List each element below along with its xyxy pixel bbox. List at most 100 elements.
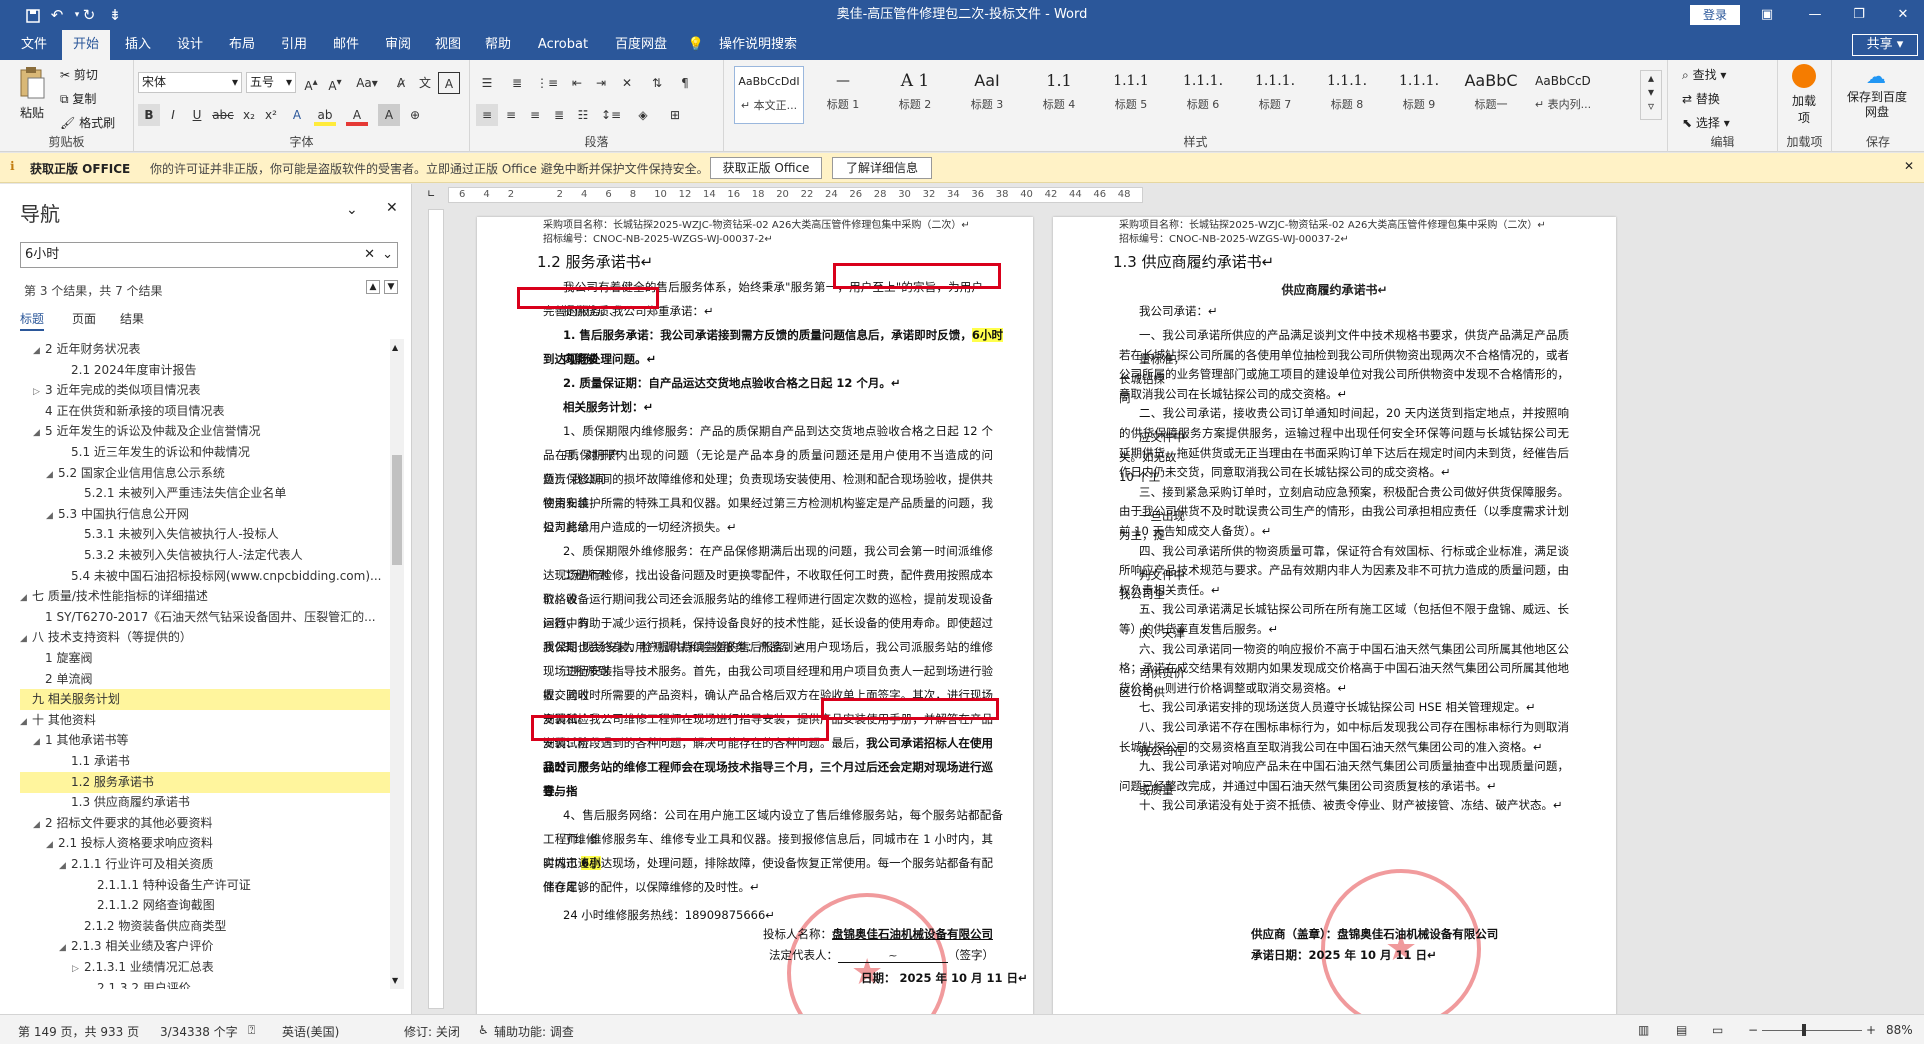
numbering-icon[interactable]: ≣ [506, 72, 528, 94]
tab-help[interactable]: 帮助 [476, 30, 520, 60]
zoom-in-icon[interactable]: + [1866, 1023, 1876, 1037]
expand-toggle-icon[interactable]: ◢ [33, 423, 45, 442]
vertical-ruler[interactable] [428, 209, 444, 1009]
tab-pages[interactable]: 页面 [72, 310, 96, 327]
tab-mailings[interactable]: 邮件 [324, 30, 368, 60]
nav-heading-item[interactable]: 1.1 承诺书 [20, 751, 390, 772]
tab-baidu-netdisk[interactable]: 百度网盘 [604, 30, 678, 60]
tab-acrobat[interactable]: Acrobat [530, 30, 596, 60]
save-to-baidu-button[interactable]: 保存到百度网盘 [1844, 90, 1910, 120]
underline-icon[interactable]: U [186, 104, 208, 126]
expand-toggle-icon[interactable]: ◢ [20, 629, 32, 648]
nav-heading-item[interactable]: 5.3.1 未被列入失信被执行人-投标人 [20, 524, 390, 545]
tell-me-search[interactable]: 操作说明搜索 [710, 30, 806, 60]
chinese-layout-icon[interactable]: ✕ [616, 72, 638, 94]
horizontal-ruler[interactable]: 6 4 2 2 4 6 8 10 12 14 16 18 20 22 24 26 28 30 32 34 36 38 40 4… [448, 187, 1143, 203]
zoom-slider[interactable] [1762, 1030, 1862, 1031]
font-color-icon[interactable]: A [346, 104, 368, 126]
accessibility-icon[interactable]: ♿ [478, 1023, 489, 1037]
tab-review[interactable]: 审阅 [376, 30, 420, 60]
borders-icon[interactable]: ⊞ [664, 104, 686, 126]
read-mode-icon[interactable]: ▥ [1638, 1023, 1649, 1037]
expand-toggle-icon[interactable]: ◢ [33, 341, 45, 360]
word-count[interactable]: 3/34338 个字 [160, 1023, 238, 1040]
style-heading-1[interactable]: — 标题 1 [808, 66, 878, 124]
format-painter-button[interactable]: 🖌 格式刷 [60, 114, 115, 131]
copy-button[interactable]: ⧉ 复制 [60, 90, 96, 107]
style-heading-8[interactable]: 1.1.1. 标题 8 [1312, 66, 1382, 124]
expand-toggle-icon[interactable]: ◢ [59, 938, 71, 957]
nav-heading-item[interactable]: ◢ 1 其他承诺书等 [20, 730, 390, 751]
expand-toggle-icon[interactable]: ◢ [20, 588, 32, 607]
scroll-thumb[interactable] [392, 455, 402, 565]
nav-heading-item[interactable]: 5.2.1 未被列入严重违法失信企业名单 [20, 483, 390, 504]
find-button[interactable]: ⌕ 查找 ▾ [1682, 66, 1726, 83]
nav-heading-item[interactable]: 2.1.1.2 网络查询截图 [20, 895, 390, 916]
tab-stop-icon[interactable]: ∟ [427, 189, 435, 200]
customize-quick-access-icon[interactable]: ⇟ [104, 5, 126, 25]
bullets-icon[interactable]: ☰ [476, 72, 498, 94]
style-heading-one[interactable]: AaBbC 标题一 [1456, 66, 1526, 124]
page-service-commitment[interactable]: 采购项目名称：长城钻探2025-WZJC-物资钻采-02 A26大类高压管件修理… [477, 217, 1033, 1014]
tab-design[interactable]: 设计 [168, 30, 212, 60]
replace-button[interactable]: ⇄ 替换 [1682, 90, 1720, 107]
style-heading-4[interactable]: 1.1 标题 4 [1024, 66, 1094, 124]
clear-icon[interactable]: ✕ [364, 243, 375, 267]
nav-heading-item[interactable]: 4 正在供货和新承接的项目情况表 [20, 401, 390, 422]
save-icon[interactable] [22, 5, 44, 25]
strikethrough-icon[interactable]: abc [212, 104, 234, 126]
style-heading-5[interactable]: 1.1.1 标题 5 [1096, 66, 1166, 124]
tab-view[interactable]: 视图 [426, 30, 470, 60]
highlight-icon[interactable]: ab [314, 104, 336, 126]
learn-more-button[interactable]: 了解详细信息 [832, 157, 932, 179]
sort-icon[interactable]: ⇅ [646, 72, 668, 94]
line-spacing-icon[interactable]: ↕≡ [600, 104, 622, 126]
expand-toggle-icon[interactable]: ◢ [33, 815, 45, 834]
nav-heading-item[interactable]: 5.1 近三年发生的诉讼和仲裁情况 [20, 442, 390, 463]
style-heading-7[interactable]: 1.1.1. 标题 7 [1240, 66, 1310, 124]
nav-heading-item[interactable]: 2.1.2 物资装备供应商类型 [20, 916, 390, 937]
nav-heading-item[interactable]: 1 旋塞阀 [20, 648, 390, 669]
align-center-icon[interactable]: ≡ [500, 104, 522, 126]
paste-button[interactable]: 粘贴 [20, 104, 44, 121]
justify-icon[interactable]: ≣ [548, 104, 570, 126]
bold-icon[interactable]: B [138, 104, 160, 126]
close-icon[interactable]: ✕ [1880, 0, 1924, 30]
tab-references[interactable]: 引用 [272, 30, 316, 60]
nav-heading-item[interactable]: ◢ 2.1 投标人资格要求响应资料 [20, 833, 390, 854]
restore-icon[interactable]: ❐ [1836, 0, 1882, 30]
expand-toggle-icon[interactable]: ◢ [46, 465, 58, 484]
nav-heading-item[interactable]: ◢ 十 其他资料 [20, 710, 390, 731]
subscript-icon[interactable]: x₂ [238, 104, 260, 126]
select-button[interactable]: ⬉ 选择 ▾ [1682, 114, 1730, 131]
character-border-icon[interactable]: A [438, 72, 460, 94]
expand-toggle-icon[interactable]: ◢ [33, 732, 45, 751]
expand-toggle-icon[interactable]: ◢ [20, 712, 32, 731]
nav-heading-item[interactable]: ◢ 2 近年财务状况表 [20, 339, 390, 360]
shading-icon[interactable]: ◈ [632, 104, 654, 126]
language[interactable]: 英语(美国) [282, 1023, 339, 1040]
addins-icon[interactable] [1792, 64, 1816, 88]
paste-icon[interactable] [16, 66, 48, 106]
expand-toggle-icon[interactable]: ◢ [46, 506, 58, 525]
nav-heading-item[interactable]: ▷ 3 近年完成的类似项目情况表 [20, 380, 390, 401]
tab-file[interactable]: 文件 [10, 30, 58, 60]
expand-toggle-icon[interactable]: ◢ [59, 856, 71, 875]
scroll-up-icon[interactable]: ▲ [392, 343, 398, 352]
nav-heading-item[interactable]: 1.3 供应商履约承诺书 [20, 792, 390, 813]
proofing-icon[interactable]: ⍰ [248, 1023, 255, 1038]
nav-heading-item[interactable]: 2 单流阀 [20, 669, 390, 690]
addins-button[interactable]: 加载项 [1788, 92, 1820, 126]
nav-heading-item[interactable]: 2.1.1.1 特种设备生产许可证 [20, 875, 390, 896]
nav-heading-item[interactable]: ◢ 5.3 中国执行信息公开网 [20, 504, 390, 525]
increase-indent-icon[interactable]: ⇥ [590, 72, 612, 94]
tab-headings[interactable]: 标题 [20, 310, 45, 331]
zoom-out-icon[interactable]: − [1748, 1023, 1758, 1037]
nav-heading-item[interactable]: ◢ 2.1.3 相关业绩及客户评价 [20, 936, 390, 957]
text-effects-icon[interactable]: A [286, 104, 308, 126]
tab-insert[interactable]: 插入 [116, 30, 160, 60]
expand-toggle-icon[interactable]: ▷ [72, 959, 84, 978]
superscript-icon[interactable]: x² [260, 104, 282, 126]
nav-search-input[interactable]: 6小时 ✕ ⌄ [20, 242, 398, 268]
nav-heading-item[interactable]: 1 SY/T6270-2017《石油天然气钻采设备固井、压裂管汇的... [20, 607, 390, 628]
